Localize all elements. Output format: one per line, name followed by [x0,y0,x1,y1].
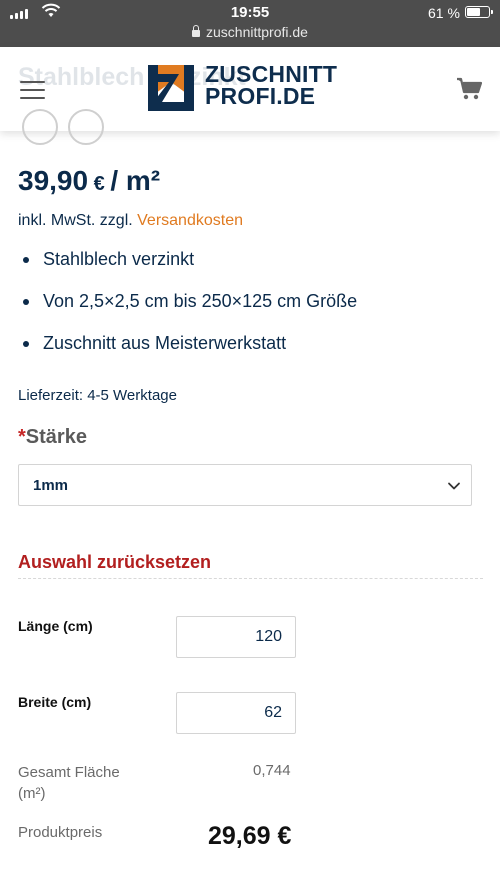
status-bar: 19:55 zuschnittprofi.de 61 % [0,0,500,47]
thickness-label: *Stärke [18,426,87,449]
reset-selection-link[interactable]: Auswahl zurücksetzen [18,552,211,573]
feature-item: Stahlblech verzinkt [18,248,488,290]
brand-line-1: ZUSCHNITT [205,61,338,87]
calculated-price: 29,69 € [208,822,292,850]
width-input[interactable] [176,692,296,734]
lock-icon [192,25,201,37]
feature-item: Zuschnitt aus Meisterwerkstatt [18,332,488,374]
faded-circle-icon [68,109,104,145]
width-label: Breite (cm) [18,694,92,710]
faded-circle-icon [22,109,58,145]
total-area-unit: (m²) [18,785,46,802]
feature-item: Von 2,5×2,5 cm bis 250×125 cm Größe [18,290,488,332]
menu-icon[interactable] [20,81,45,99]
product-price-label: Produktpreis [18,824,103,841]
feature-list: Stahlblech verzinkt Von 2,5×2,5 cm bis 2… [18,248,488,374]
divider [18,578,483,579]
battery-percent: 61 % [428,5,460,21]
price-currency: € [88,173,111,195]
shipping-costs-link[interactable]: Versandkosten [137,212,243,229]
required-mark: * [18,426,26,448]
brand-logo[interactable]: ZUSCHNITT PROFI.DE [205,61,338,109]
battery-icon [465,6,493,18]
thickness-label-text: Stärke [25,426,87,448]
thickness-selected-value: 1mm [33,477,69,494]
total-area-value: 0,744 [253,762,291,779]
site-header: Stahlblech verzinkt ZUSCHNITT PROFI.DE [0,47,500,145]
length-input[interactable] [176,616,296,658]
status-time: 19:55 [230,4,270,21]
product-price: 39,90 € / m² [18,165,160,197]
total-area-label-line: Gesamt Fläche [18,764,120,781]
chevron-down-icon [448,482,460,490]
logo-icon[interactable] [148,65,194,111]
cart-icon[interactable] [456,77,482,101]
total-area-label: Gesamt Fläche (m²) [18,762,120,804]
address-bar[interactable]: zuschnittprofi.de [0,24,500,40]
url-text: zuschnittprofi.de [206,24,308,40]
tax-note: inkl. MwSt. zzgl. Versandkosten [18,212,243,230]
delivery-time: Lieferzeit: 4-5 Werktage [18,387,177,404]
price-value: 39,90 [18,165,89,196]
length-label: Länge (cm) [18,618,93,634]
price-unit: / m² [110,165,161,196]
tax-text: inkl. MwSt. zzgl. [18,212,138,229]
brand-line-2: PROFI.DE [205,83,316,109]
thickness-select[interactable]: 1mm [18,464,472,506]
